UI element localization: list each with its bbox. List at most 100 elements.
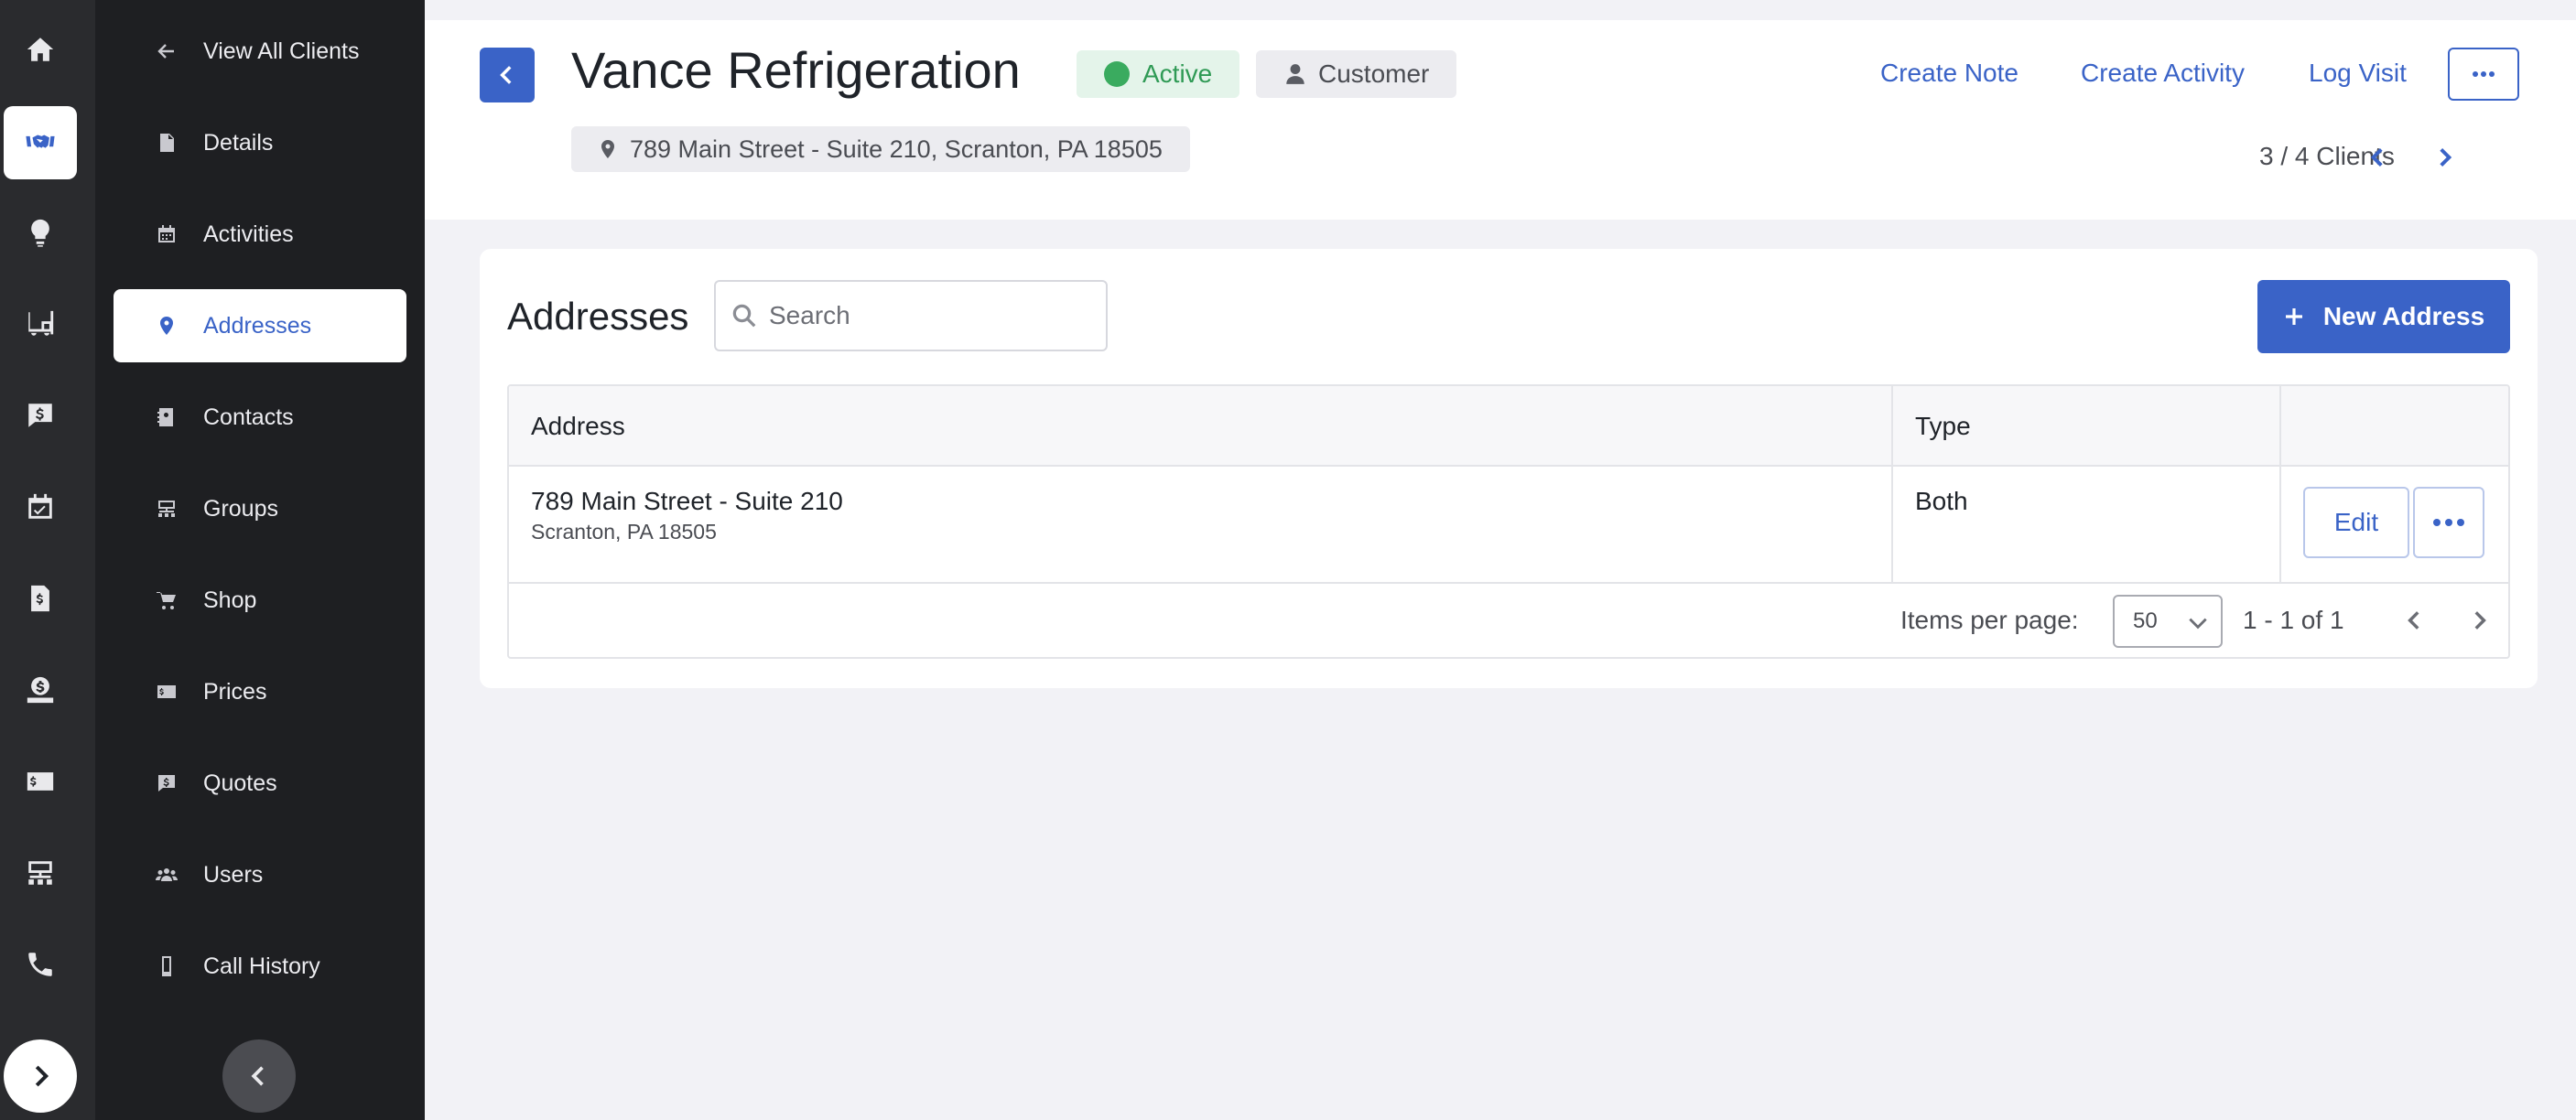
invoice-icon: [31, 585, 49, 612]
new-address-button[interactable]: New Address: [2257, 280, 2510, 353]
sidebar-item-contacts[interactable]: Contacts: [114, 381, 406, 454]
sidebar-item-details[interactable]: Details: [114, 106, 406, 179]
items-per-page-value: 50: [2133, 608, 2158, 633]
new-address-label: New Address: [2322, 302, 2485, 330]
rail-clients[interactable]: [4, 106, 77, 179]
lightbulb-icon: [31, 219, 49, 247]
sidebar-item-call-history[interactable]: Call History: [114, 930, 406, 1003]
sidebar-item-users[interactable]: Users: [114, 838, 406, 911]
collapse-sidebar-button[interactable]: [222, 1039, 296, 1113]
org-chart-icon: [28, 861, 52, 885]
sidebar-item-label: Call History: [203, 953, 320, 979]
row-more-button[interactable]: [2413, 487, 2484, 558]
addresses-title: Addresses: [507, 295, 689, 338]
sidebar-item-groups[interactable]: Groups: [114, 472, 406, 545]
view-all-clients-label: View All Clients: [203, 38, 360, 64]
rail-groups[interactable]: [4, 836, 77, 910]
column-header-address[interactable]: Address: [531, 386, 625, 467]
client-sidebar: View All Clients Details Activities Addr…: [95, 0, 425, 1120]
client-name: Vance Refrigeration: [571, 41, 1021, 99]
money-hand-icon: [27, 676, 54, 704]
next-client-button[interactable]: [2426, 139, 2462, 176]
sidebar-item-activities[interactable]: Activities: [114, 198, 406, 271]
log-visit-link[interactable]: Log Visit: [2309, 59, 2407, 88]
addresses-card: Addresses New Address Address Type 789 M…: [480, 249, 2538, 688]
table-footer: Items per page: 50 1 - 1 of 1: [509, 584, 2508, 657]
rail-payments[interactable]: [4, 653, 77, 727]
icon-rail: [0, 0, 95, 1120]
rail-prices[interactable]: [4, 745, 77, 818]
search-field[interactable]: [714, 280, 1108, 351]
sidebar-item-label: Quotes: [203, 770, 277, 796]
chevron-left-icon: [2370, 147, 2383, 167]
search-input[interactable]: [769, 301, 1099, 330]
addresses-table: Address Type 789 Main Street - Suite 210…: [507, 384, 2510, 659]
address-type: Both: [1915, 487, 1968, 515]
rail-invoices[interactable]: [4, 562, 77, 635]
items-per-page-select[interactable]: 50: [2113, 595, 2223, 648]
forklift-icon: [27, 310, 54, 336]
page-range-text: 1 - 1 of 1: [2243, 606, 2344, 634]
handshake-icon: [26, 135, 55, 148]
rail-calendar[interactable]: [4, 470, 77, 544]
search-icon: [732, 304, 756, 328]
users-icon: [154, 862, 179, 888]
map-pin-icon: [601, 140, 614, 158]
previous-page-button[interactable]: [2397, 602, 2433, 639]
next-page-button[interactable]: [2461, 602, 2497, 639]
dollar-message-icon: [28, 404, 52, 427]
ellipsis-icon: [2433, 519, 2464, 526]
rail-ideas[interactable]: [4, 196, 77, 269]
client-header: Vance Refrigeration Active Customer 789 …: [425, 20, 2576, 220]
sidebar-item-quotes[interactable]: Quotes: [114, 747, 406, 820]
sidebar-item-label: Groups: [203, 495, 278, 522]
column-header-type[interactable]: Type: [1915, 386, 1971, 467]
sidebar-item-shop[interactable]: Shop: [114, 564, 406, 637]
rail-quotes[interactable]: [4, 379, 77, 452]
address-line1: 789 Main Street - Suite 210: [531, 487, 843, 515]
back-button[interactable]: [480, 48, 535, 102]
view-all-clients-link[interactable]: View All Clients: [114, 15, 406, 88]
address-line2: Scranton, PA 18505: [531, 520, 717, 544]
create-activity-link[interactable]: Create Activity: [2081, 59, 2245, 88]
expand-sidebar-button[interactable]: [4, 1039, 77, 1113]
create-note-link[interactable]: Create Note: [1880, 59, 2019, 88]
dollar-message-icon: [154, 770, 179, 796]
person-icon: [1286, 64, 1304, 84]
dollar-card-icon: [154, 679, 179, 705]
rail-home[interactable]: [4, 13, 77, 86]
table-row[interactable]: 789 Main Street - Suite 210 Scranton, PA…: [509, 467, 2508, 584]
sidebar-item-label: Contacts: [203, 404, 294, 430]
rail-calls[interactable]: [4, 928, 77, 1001]
calendar-icon: [154, 221, 179, 247]
plus-icon: [2285, 308, 2302, 325]
home-icon: [27, 38, 54, 61]
chevron-down-icon: [2189, 618, 2207, 630]
sidebar-item-label: Details: [203, 129, 274, 156]
sidebar-item-addresses[interactable]: Addresses: [114, 289, 406, 362]
chevron-right-icon: [2474, 611, 2486, 630]
chevron-right-icon: [35, 1065, 49, 1087]
rail-equipment[interactable]: [4, 287, 77, 361]
previous-client-button[interactable]: [2360, 139, 2397, 176]
sidebar-item-label: Users: [203, 861, 264, 888]
contact-book-icon: [154, 404, 179, 430]
client-address: 789 Main Street - Suite 210, Scranton, P…: [571, 126, 1190, 172]
mobile-phone-icon: [154, 953, 179, 979]
status-label: Active: [1142, 59, 1213, 88]
document-icon: [154, 130, 179, 156]
table-header: Address Type: [509, 386, 2508, 467]
sidebar-item-label: Shop: [203, 587, 257, 613]
top-strip: [425, 0, 2576, 20]
sidebar-item-label: Activities: [203, 221, 294, 247]
chevron-right-icon: [2440, 147, 2452, 167]
sidebar-item-prices[interactable]: Prices: [114, 655, 406, 728]
more-actions-button[interactable]: [2448, 48, 2519, 101]
sidebar-item-label: Addresses: [203, 312, 312, 339]
edit-address-button[interactable]: Edit: [2303, 487, 2409, 558]
chevron-left-icon: [2408, 611, 2419, 630]
cart-icon: [154, 587, 179, 613]
org-chart-icon: [154, 496, 179, 522]
client-type-badge: Customer: [1256, 50, 1457, 98]
chevron-left-icon: [251, 1066, 264, 1086]
